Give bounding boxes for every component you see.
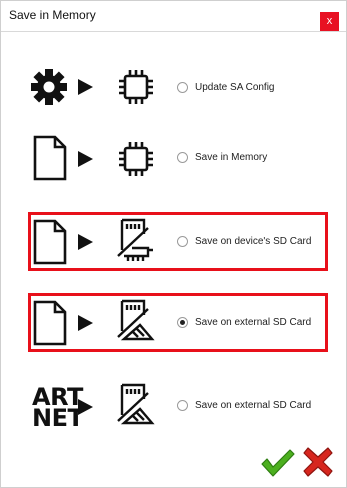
option-label: Save on external SD Card — [195, 400, 312, 411]
close-button[interactable]: x — [320, 12, 339, 31]
option-label: Save on device's SD Card — [195, 236, 312, 247]
arrow-right-icon — [78, 151, 93, 167]
file-icon — [33, 219, 67, 265]
sd-card-icon — [117, 383, 155, 425]
title-bar: Save in Memory x — [0, 0, 347, 32]
option-save-external-sd-artnet[interactable]: Save on external SD Card — [177, 400, 311, 411]
radio-save-device-sd[interactable] — [177, 236, 188, 247]
option-row-external-sd: Save on external SD Card — [0, 293, 347, 353]
file-icon — [33, 135, 67, 181]
option-row-device-sd: Save on device's SD Card — [0, 212, 347, 272]
radio-update-sa-config[interactable] — [177, 82, 188, 93]
red-x-icon — [303, 447, 333, 477]
sd-card-icon — [117, 299, 155, 341]
sd-card-chip-icon — [117, 218, 153, 261]
checkmark-icon — [261, 449, 295, 477]
arrow-right-icon — [78, 234, 93, 250]
cancel-button[interactable] — [302, 446, 334, 483]
chip-icon — [119, 70, 153, 104]
ok-button[interactable] — [260, 448, 296, 483]
window-title: Save in Memory — [9, 8, 96, 22]
option-save-external-sd[interactable]: Save on external SD Card — [177, 317, 311, 328]
option-row-artnet-external-sd: ART NET Save on external SD Card — [0, 378, 347, 438]
artnet-logo: ART NET — [32, 383, 84, 432]
arrow-right-icon — [78, 79, 93, 95]
gear-icon — [31, 69, 67, 105]
radio-save-external-sd[interactable] — [177, 317, 188, 328]
option-row-save-in-memory: Save in Memory — [0, 130, 347, 190]
option-label: Update SA Config — [195, 82, 275, 93]
arrow-right-icon — [78, 399, 93, 415]
chip-icon — [119, 142, 153, 176]
option-save-in-memory[interactable]: Save in Memory — [177, 152, 267, 163]
option-label: Save in Memory — [195, 152, 268, 163]
arrow-right-icon — [78, 315, 93, 331]
file-icon — [33, 300, 67, 346]
radio-save-external-sd-artnet[interactable] — [177, 400, 188, 411]
option-label: Save on external SD Card — [195, 317, 312, 328]
radio-save-in-memory[interactable] — [177, 152, 188, 163]
option-row-update-sa-config: Update SA Config — [0, 58, 347, 118]
close-icon: x — [326, 15, 333, 27]
option-update-sa-config[interactable]: Update SA Config — [177, 82, 275, 93]
option-save-device-sd[interactable]: Save on device's SD Card — [177, 236, 311, 247]
